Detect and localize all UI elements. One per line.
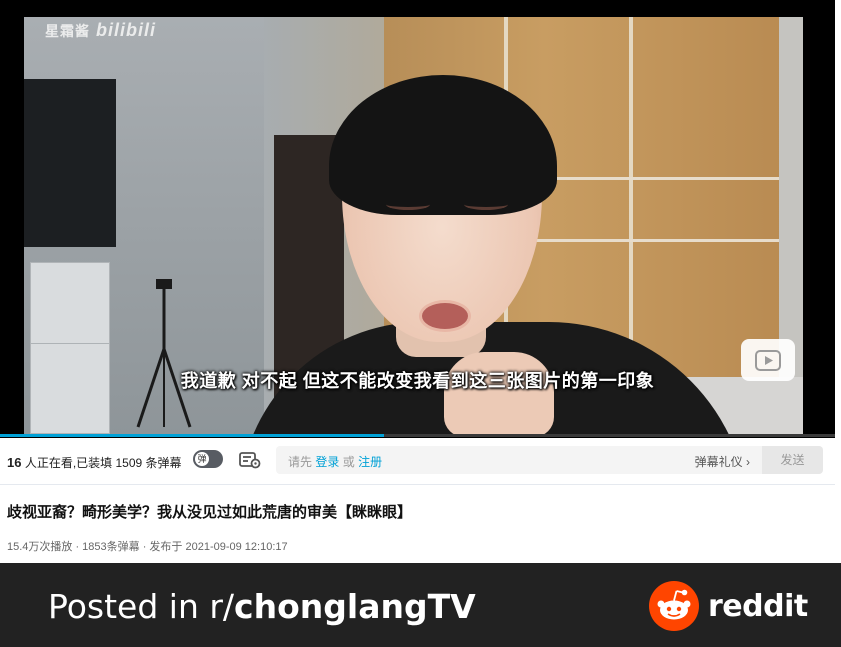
danmaku-toggle-knob: 弹 <box>195 452 209 466</box>
reddit-banner: Posted in r/chonglangTV reddit <box>0 563 841 647</box>
viewer-suffix: 人正在看,已装填 <box>24 456 113 470</box>
watermark-brand: bilibili <box>96 20 156 40</box>
danmaku-info: 16 人正在看,已装填 1509 条弹幕 <box>7 454 182 471</box>
login-link[interactable]: 登录 <box>315 455 339 469</box>
subreddit-name: chonglangTV <box>234 587 476 626</box>
reddit-wordmark: reddit <box>708 589 808 624</box>
danmaku-loaded-suffix: 条弹幕 <box>145 456 182 470</box>
posted-in-text: Posted in r/chonglangTV <box>48 587 476 626</box>
posted-prefix: Posted in r/ <box>48 587 235 626</box>
danmaku-settings-icon[interactable] <box>239 451 261 469</box>
viewer-count: 16 <box>7 455 22 470</box>
watermark-creator: 星霜酱 <box>45 23 90 39</box>
person-eye-right <box>464 199 508 210</box>
video-scene-tripod <box>136 279 192 428</box>
danmaku-login-prompt: 请先 登录 或 注册 <box>288 453 382 470</box>
video-player[interactable]: 星霜酱 bilibili 我道歉 对不起 但这不能改变我看到这三张图片的第一印象 <box>0 0 835 438</box>
danmaku-loaded-count: 1509 <box>115 456 143 470</box>
danmaku-etiquette-link[interactable]: 弹幕礼仪 › <box>695 453 750 470</box>
danmaku-toggle[interactable]: 弹 <box>193 450 223 468</box>
send-button[interactable]: 发送 <box>762 446 823 474</box>
progress-bar[interactable] <box>0 434 835 437</box>
video-title: 歧视亚裔？畸形美学？我从没见过如此荒唐的审美【眯眯眼】 <box>7 504 413 521</box>
prompt-prefix: 请先 <box>288 455 313 469</box>
video-scene-shelf <box>30 262 110 434</box>
danmaku-bar: 16 人正在看,已装填 1509 条弹幕 弹 请先 登录 或 注册 弹幕礼仪 ›… <box>0 438 835 485</box>
progress-fill <box>0 434 384 437</box>
person-mouth <box>419 300 471 332</box>
video-scene-tv <box>24 79 116 247</box>
person-eye-left <box>386 199 430 210</box>
prompt-or: 或 <box>342 455 355 469</box>
danmaku-input[interactable]: 请先 登录 或 注册 弹幕礼仪 › <box>276 446 762 474</box>
video-subtitle: 我道歉 对不起 但这不能改变我看到这三张图片的第一印象 <box>180 371 655 391</box>
play-logo-icon[interactable] <box>741 339 795 381</box>
video-meta: 15.4万次播放 · 1853条弹幕 · 发布于 2021-09-09 12:1… <box>7 541 288 553</box>
video-watermark: 星霜酱 bilibili <box>45 20 156 41</box>
reddit-logo-icon <box>649 581 699 631</box>
person-hand <box>444 352 554 436</box>
register-link[interactable]: 注册 <box>358 455 382 469</box>
